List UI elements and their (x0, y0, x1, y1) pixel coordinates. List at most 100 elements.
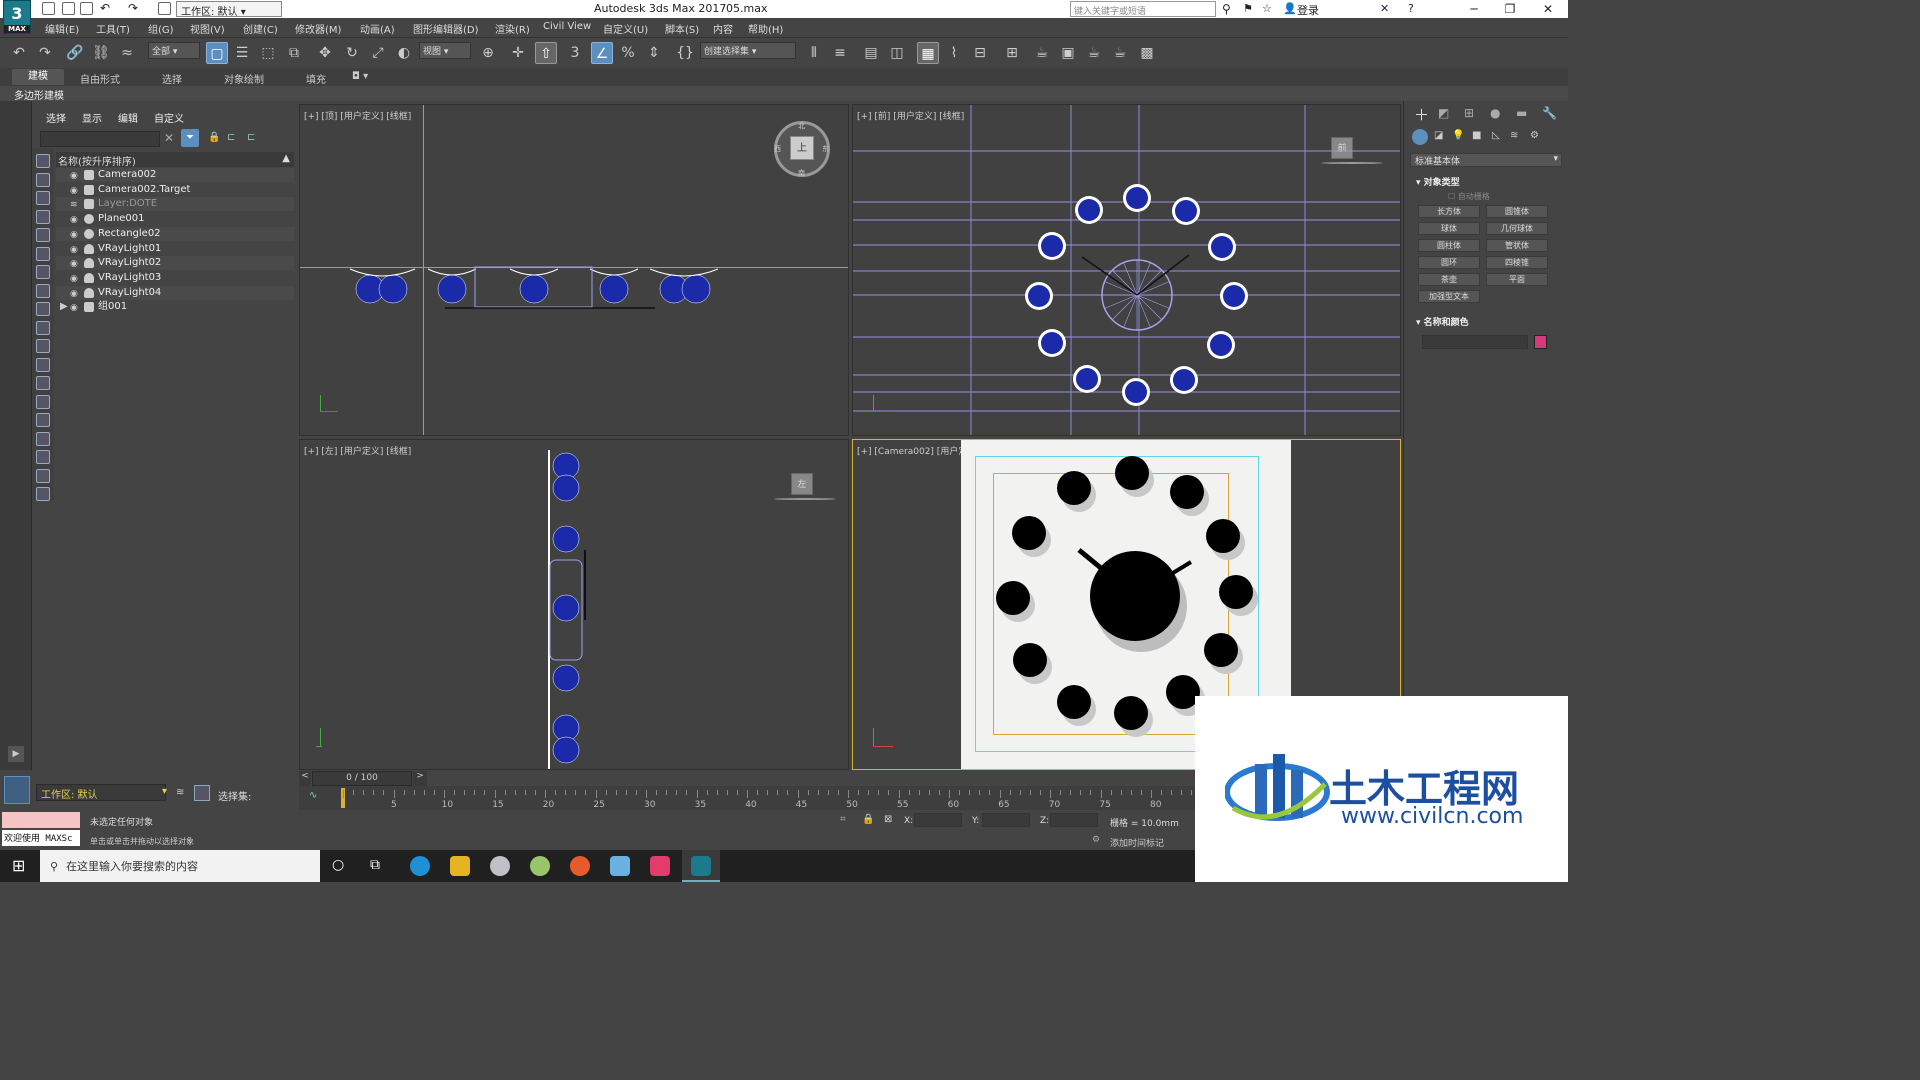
explorer-filter-icon[interactable] (36, 154, 50, 168)
scene-item[interactable]: ▶ ◉ 组001 (56, 300, 294, 314)
close-button[interactable]: ✕ (1528, 0, 1568, 18)
hierarchy-icon[interactable]: ⊏ (227, 132, 235, 143)
time-slider[interactable]: 0 / 100 (312, 771, 412, 786)
geometry-category-icon[interactable] (1412, 129, 1428, 145)
maxscript-listener-top[interactable] (2, 812, 80, 828)
infocenter-icon[interactable]: ⚑ (1243, 2, 1253, 15)
workspace-selector[interactable]: 工作区: 默认 ▾ (36, 784, 167, 801)
explorer-filter-icon[interactable] (36, 487, 50, 501)
lights-category-icon[interactable]: 💡 (1452, 130, 1464, 141)
scene-item[interactable]: ◉ VRayLight01 (56, 242, 294, 256)
new-file-icon[interactable] (42, 2, 55, 15)
primitive-button[interactable]: 圆环 (1418, 256, 1480, 269)
object-category-dropdown[interactable]: 标准基本体 ▾ (1410, 153, 1562, 167)
notepad-icon[interactable] (610, 856, 630, 876)
windows-start-icon[interactable]: ⊞ (12, 856, 25, 875)
cameras-category-icon[interactable]: ■ (1472, 130, 1481, 141)
align-icon[interactable]: ≡ (829, 42, 851, 64)
scene-search-input[interactable] (40, 131, 160, 147)
scene-item[interactable]: ◉ Camera002 (56, 168, 294, 182)
visibility-icon[interactable]: ◉ (70, 184, 78, 198)
se-menu-customize[interactable]: 自定义 (154, 110, 184, 125)
reference-coordinate-dropdown[interactable]: 视图 ▾ (419, 42, 471, 59)
spinner-snap-icon[interactable]: ⇕ (643, 42, 665, 64)
menu-item[interactable]: 渲染(R) (495, 21, 530, 36)
snaps-toggle-icon[interactable]: 3 (564, 42, 586, 64)
primitive-button[interactable]: 圆柱体 (1418, 239, 1480, 252)
app-icon[interactable] (490, 856, 510, 876)
scale-icon[interactable]: ⤢ (367, 42, 389, 64)
help-icon[interactable]: ? (1408, 2, 1414, 15)
expand-arrow-icon[interactable]: ▶ (8, 746, 24, 762)
cortana-icon[interactable]: ○ (332, 857, 344, 873)
y-coordinate-input[interactable] (982, 813, 1030, 827)
bind-space-warp-icon[interactable]: ≈ (116, 42, 138, 64)
menu-item[interactable]: Civil View (543, 21, 591, 32)
selection-set-icon[interactable] (194, 785, 210, 801)
scene-item[interactable]: ◉ Camera002.Target (56, 183, 294, 197)
explorer-filter-icon[interactable] (36, 246, 50, 261)
viewport-top[interactable]: [+] [顶] [用户定义] [线框] 上 北 南 西 东 (299, 104, 849, 436)
explorer-filter-icon[interactable] (36, 339, 50, 353)
rotate-icon[interactable]: ↻ (341, 42, 363, 64)
viewport-left[interactable]: [+] [左] [用户定义] [线框] 左 (299, 439, 849, 770)
visibility-icon[interactable]: ◉ (70, 213, 78, 227)
isolate-icon[interactable]: ⌗ (840, 814, 846, 825)
scene-item[interactable]: ◉ Rectangle02 (56, 226, 294, 242)
pivot-center-icon[interactable]: ⊕ (477, 42, 499, 64)
curve-editor-icon[interactable]: ⌇ (943, 42, 965, 64)
maxscript-listener[interactable]: 欢迎使用 MAXSc (2, 830, 80, 846)
layer-explorer-icon[interactable]: ◫ (886, 42, 908, 64)
prev-frame-button[interactable]: < (299, 771, 311, 786)
lock-icon[interactable]: 🔒 (208, 132, 220, 143)
search-input[interactable]: 键入关键字或短语 (1070, 1, 1216, 17)
schematic-view-icon[interactable]: ⊟ (969, 42, 991, 64)
name-color-rollout[interactable]: ▾ 名称和颜色 (1416, 315, 1469, 328)
tab-modeling[interactable]: 建模 (12, 69, 64, 85)
material-editor-icon[interactable]: ⊞ (1001, 42, 1023, 64)
time-tag-icon[interactable]: ⚙ (1092, 835, 1100, 845)
sort-layer-icon[interactable]: ⊏ (247, 132, 255, 143)
tab-object-paint[interactable]: 对象绘制 (224, 71, 264, 86)
primitive-button[interactable]: 茶壶 (1418, 273, 1480, 286)
workspace-dropdown[interactable]: 工作区: 默认 ▾ (176, 1, 282, 18)
viewport-front[interactable]: [+] [前] [用户定义] [线框] 前 (852, 104, 1401, 436)
minimize-button[interactable]: ─ (1454, 0, 1494, 18)
scene-item[interactable]: ≋ Layer:DOTE (56, 197, 294, 212)
visibility-icon[interactable]: ◉ (70, 169, 78, 183)
explorer-filter-icon[interactable] (36, 357, 50, 372)
render-to-texture-icon[interactable]: ▩ (1136, 42, 1158, 64)
app-icon[interactable] (530, 856, 550, 876)
explorer-filter-icon[interactable] (36, 191, 50, 205)
rendered-frame-window-icon[interactable]: ▣ (1057, 42, 1079, 64)
visibility-icon[interactable]: ◉ (70, 257, 78, 271)
undo-icon[interactable]: ↶ (8, 42, 30, 64)
edge-icon[interactable] (410, 856, 430, 876)
layers-icon[interactable]: ≋ (176, 787, 184, 798)
explorer-filter-icon[interactable] (36, 468, 50, 483)
expand-icon[interactable]: ▶ (60, 300, 68, 314)
next-frame-button[interactable]: > (413, 771, 427, 786)
menu-item[interactable]: 工具(T) (96, 21, 130, 36)
named-selection-dropdown[interactable]: 创建选择集 ▾ (700, 42, 796, 59)
viewcube-top[interactable]: 上 北 南 西 东 (774, 121, 830, 177)
firefox-icon[interactable] (570, 856, 590, 876)
app-logo[interactable]: 3 MAX (3, 0, 31, 34)
viewcube-face[interactable]: 上 (790, 136, 814, 160)
primitive-button[interactable]: 球体 (1418, 222, 1480, 235)
render-iterative-icon[interactable]: ☕ (1109, 42, 1131, 64)
explorer-filter-icon[interactable] (36, 431, 50, 446)
taskbar-search-input[interactable]: ⚲ 在这里输入你要搜索的内容 (40, 850, 320, 882)
undo-icon[interactable]: ↶ (100, 2, 113, 15)
star-icon[interactable]: ☆ (1262, 2, 1272, 15)
object-name-input[interactable] (1422, 335, 1528, 349)
mirror-icon[interactable]: ⫴ (803, 42, 825, 64)
se-menu-edit[interactable]: 编辑 (118, 110, 138, 125)
redo-icon[interactable]: ↷ (34, 42, 56, 64)
scene-item[interactable]: ◉ VRayLight02 (56, 256, 294, 271)
explorer-filter-icon[interactable] (36, 413, 50, 427)
rect-selection-icon[interactable]: ⬚ (257, 42, 279, 64)
project-folder-icon[interactable] (158, 2, 171, 15)
explorer-filter-icon[interactable] (36, 172, 50, 187)
visibility-icon[interactable]: ◉ (70, 228, 78, 242)
